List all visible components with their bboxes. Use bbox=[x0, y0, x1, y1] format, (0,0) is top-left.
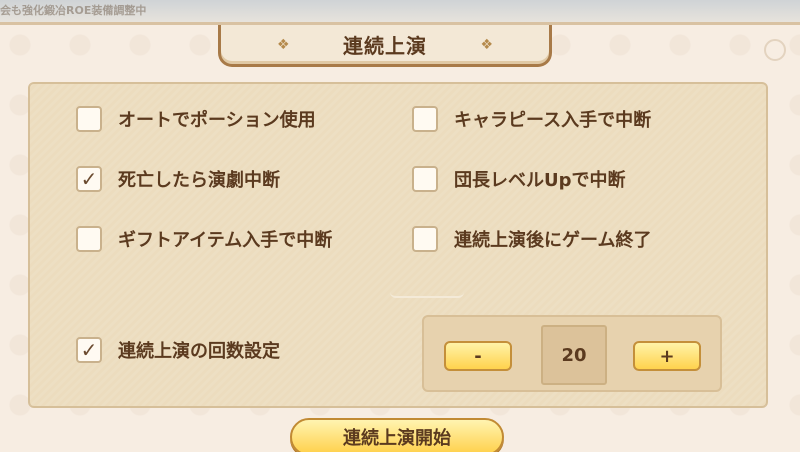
option-label: 死亡したら演劇中断 bbox=[118, 170, 280, 191]
settings-panel: オートでポーション使用 キャラピース入手で中断 ✓ 死亡したら演劇中断 団長レベ… bbox=[28, 82, 768, 408]
option-stop-on-level-up[interactable]: 団長レベルUpで中断 bbox=[412, 166, 626, 192]
option-quit-after-performance[interactable]: 連続上演後にゲーム終了 bbox=[412, 226, 651, 252]
checkbox-stop-on-chara-piece[interactable] bbox=[412, 106, 438, 132]
ornament-icon: ❖ bbox=[277, 37, 290, 53]
ornament-icon: ❖ bbox=[480, 37, 493, 53]
background-scene-text: 会も強化鍛冶ROE装備調整中 bbox=[0, 4, 147, 17]
divider bbox=[390, 292, 464, 298]
decrement-button[interactable]: - bbox=[444, 341, 512, 371]
option-label: 団長レベルUpで中断 bbox=[454, 170, 626, 191]
repeat-count-stepper: - 20 + bbox=[422, 315, 722, 392]
checkbox-auto-potion[interactable] bbox=[76, 106, 102, 132]
option-stop-on-chara-piece[interactable]: キャラピース入手で中断 bbox=[412, 106, 651, 132]
continuous-performance-dialog: ❖ 連続上演 ❖ オートでポーション使用 キャラピース入手で中断 ✓ 死亡したら… bbox=[0, 22, 800, 452]
repeat-count-value: 20 bbox=[541, 325, 607, 385]
corner-ornament-icon bbox=[764, 39, 786, 61]
checkbox-stop-on-death[interactable]: ✓ bbox=[76, 166, 102, 192]
option-auto-potion[interactable]: オートでポーション使用 bbox=[76, 106, 316, 132]
checkbox-stop-on-level-up[interactable] bbox=[412, 166, 438, 192]
background-scene: 会も強化鍛冶ROE装備調整中 bbox=[0, 0, 800, 22]
option-label: オートでポーション使用 bbox=[118, 110, 316, 131]
checkbox-repeat-count[interactable]: ✓ bbox=[76, 337, 102, 363]
option-label: 連続上演後にゲーム終了 bbox=[454, 230, 652, 251]
title-banner: ❖ 連続上演 ❖ bbox=[218, 25, 552, 67]
checkbox-quit-after-performance[interactable] bbox=[412, 226, 438, 252]
start-continuous-performance-button[interactable]: 連続上演開始 bbox=[290, 418, 504, 452]
option-label: ギフトアイテム入手で中断 bbox=[118, 230, 333, 251]
increment-button[interactable]: + bbox=[633, 341, 701, 371]
option-stop-on-gift-item[interactable]: ギフトアイテム入手で中断 bbox=[76, 226, 332, 252]
option-stop-on-death[interactable]: ✓ 死亡したら演劇中断 bbox=[76, 166, 280, 192]
option-label: キャラピース入手で中断 bbox=[454, 110, 652, 131]
option-repeat-count[interactable]: ✓ 連続上演の回数設定 bbox=[76, 337, 280, 363]
checkbox-stop-on-gift-item[interactable] bbox=[76, 226, 102, 252]
option-label: 連続上演の回数設定 bbox=[118, 341, 280, 362]
dialog-title: 連続上演 bbox=[343, 34, 427, 58]
